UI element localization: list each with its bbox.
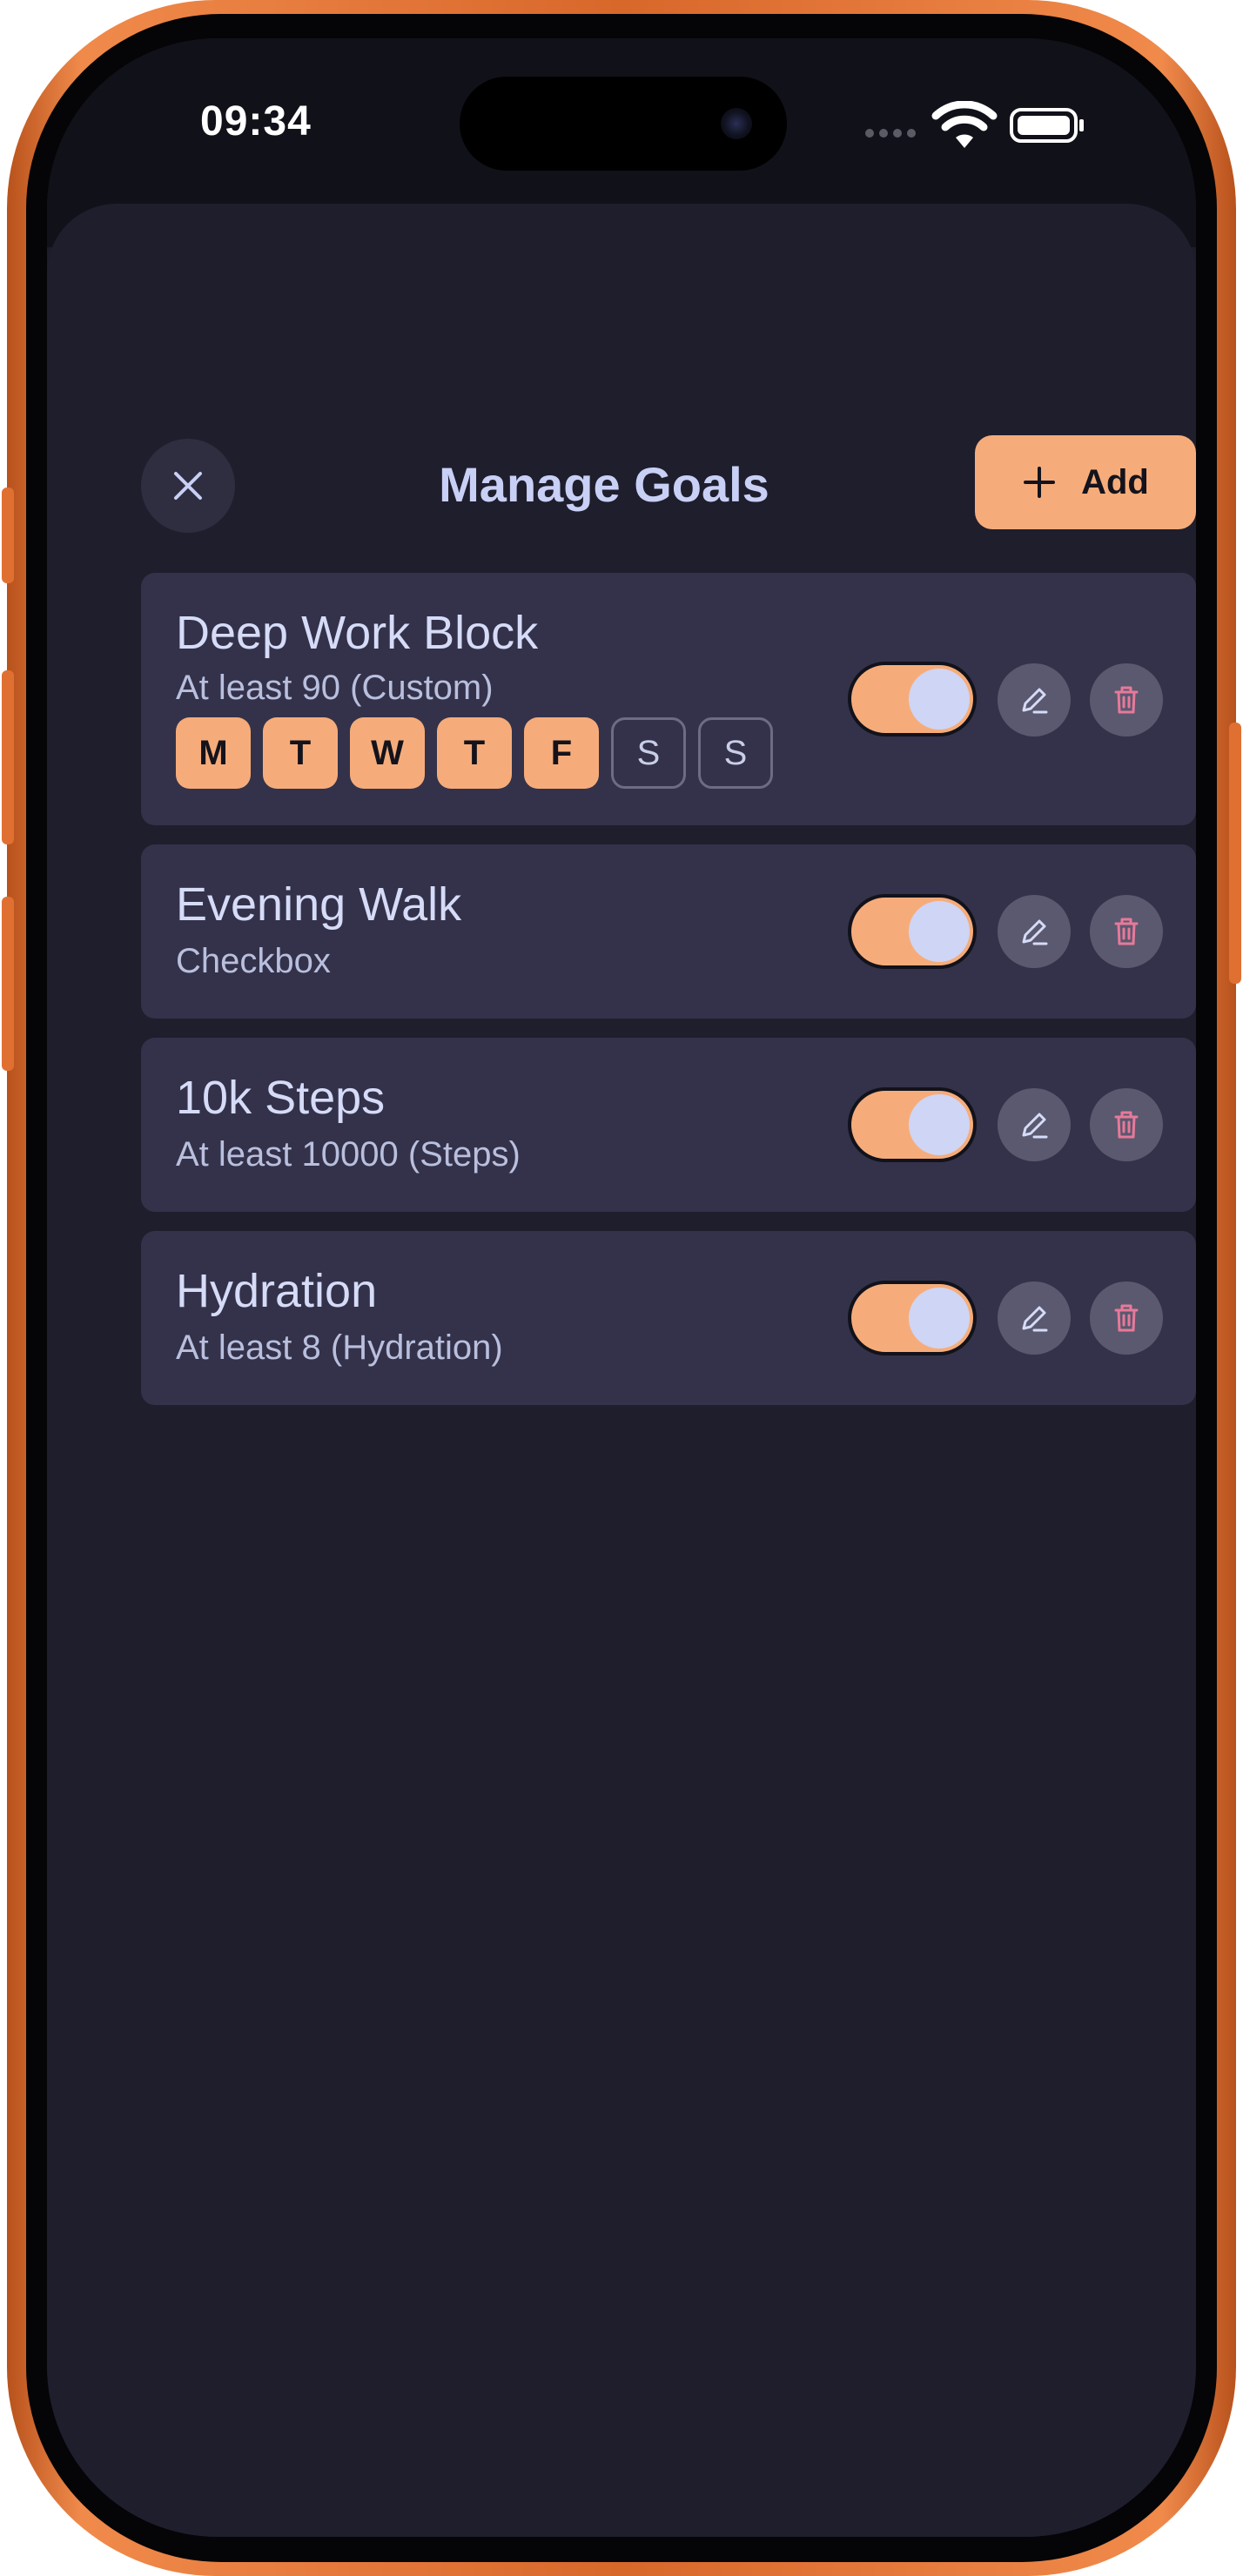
front-camera-icon	[721, 108, 752, 139]
pencil-icon	[1022, 919, 1048, 945]
power-button	[1229, 723, 1241, 984]
battery-icon	[1010, 108, 1084, 143]
edit-goal-button[interactable]	[998, 1088, 1071, 1161]
day-toggle-wednesday[interactable]: W	[350, 717, 425, 789]
goal-subtitle: At least 10000 (Steps)	[176, 1135, 521, 1174]
cellular-signal-icon	[865, 129, 916, 138]
trash-icon	[1114, 918, 1139, 945]
edit-goal-button[interactable]	[998, 1281, 1071, 1355]
goal-title: Evening Walk	[176, 878, 462, 931]
day-toggle-sunday[interactable]: S	[698, 717, 773, 789]
goal-subtitle: Checkbox	[176, 942, 331, 980]
plus-icon	[1024, 467, 1056, 498]
pencil-icon	[1022, 1306, 1048, 1332]
goal-subtitle: At least 8 (Hydration)	[176, 1328, 503, 1367]
add-button-label: Add	[1081, 462, 1149, 501]
page-title: Manage Goals	[439, 457, 769, 512]
day-toggle-thursday[interactable]: T	[437, 717, 512, 789]
day-selector: M T W T F S S	[176, 717, 773, 789]
delete-goal-button[interactable]	[1090, 1281, 1163, 1355]
trash-icon	[1114, 1304, 1139, 1332]
goal-title: 10k Steps	[176, 1072, 386, 1124]
day-toggle-saturday[interactable]: S	[611, 717, 686, 789]
volume-down-button	[2, 897, 14, 1071]
edit-goal-button[interactable]	[998, 663, 1071, 736]
goal-enabled-toggle[interactable]	[848, 662, 977, 736]
trash-icon	[1114, 1111, 1139, 1139]
goal-enabled-toggle[interactable]	[848, 1087, 977, 1162]
delete-goal-button[interactable]	[1090, 1088, 1163, 1161]
goal-card-10k-steps[interactable]: 10k Steps At least 10000 (Steps)	[141, 1038, 1196, 1212]
pencil-icon	[1022, 688, 1048, 714]
edit-goal-button[interactable]	[998, 895, 1071, 968]
pencil-icon	[1022, 1113, 1048, 1139]
close-button[interactable]	[141, 439, 235, 533]
close-icon	[174, 472, 202, 500]
screen: 09:34 Manage Goals Add Deep Work Block A…	[47, 38, 1196, 2537]
status-time: 09:34	[200, 98, 312, 145]
day-toggle-friday[interactable]: F	[524, 717, 599, 789]
day-toggle-monday[interactable]: M	[176, 717, 251, 789]
action-button	[2, 488, 14, 583]
goal-card-evening-walk[interactable]: Evening Walk Checkbox	[141, 844, 1196, 1019]
goal-card-deep-work-block[interactable]: Deep Work Block At least 90 (Custom) M T…	[141, 573, 1196, 825]
goal-subtitle: At least 90 (Custom)	[176, 669, 494, 707]
goal-enabled-toggle[interactable]	[848, 894, 977, 969]
goal-card-hydration[interactable]: Hydration At least 8 (Hydration)	[141, 1231, 1196, 1405]
delete-goal-button[interactable]	[1090, 895, 1163, 968]
goal-title: Hydration	[176, 1265, 378, 1317]
day-toggle-tuesday[interactable]: T	[263, 717, 338, 789]
goal-enabled-toggle[interactable]	[848, 1281, 977, 1355]
volume-up-button	[2, 670, 14, 844]
add-goal-button[interactable]: Add	[975, 435, 1196, 529]
goal-title: Deep Work Block	[176, 607, 539, 659]
delete-goal-button[interactable]	[1090, 663, 1163, 736]
dynamic-island	[460, 77, 787, 171]
wifi-icon	[931, 101, 998, 148]
trash-icon	[1114, 686, 1139, 714]
